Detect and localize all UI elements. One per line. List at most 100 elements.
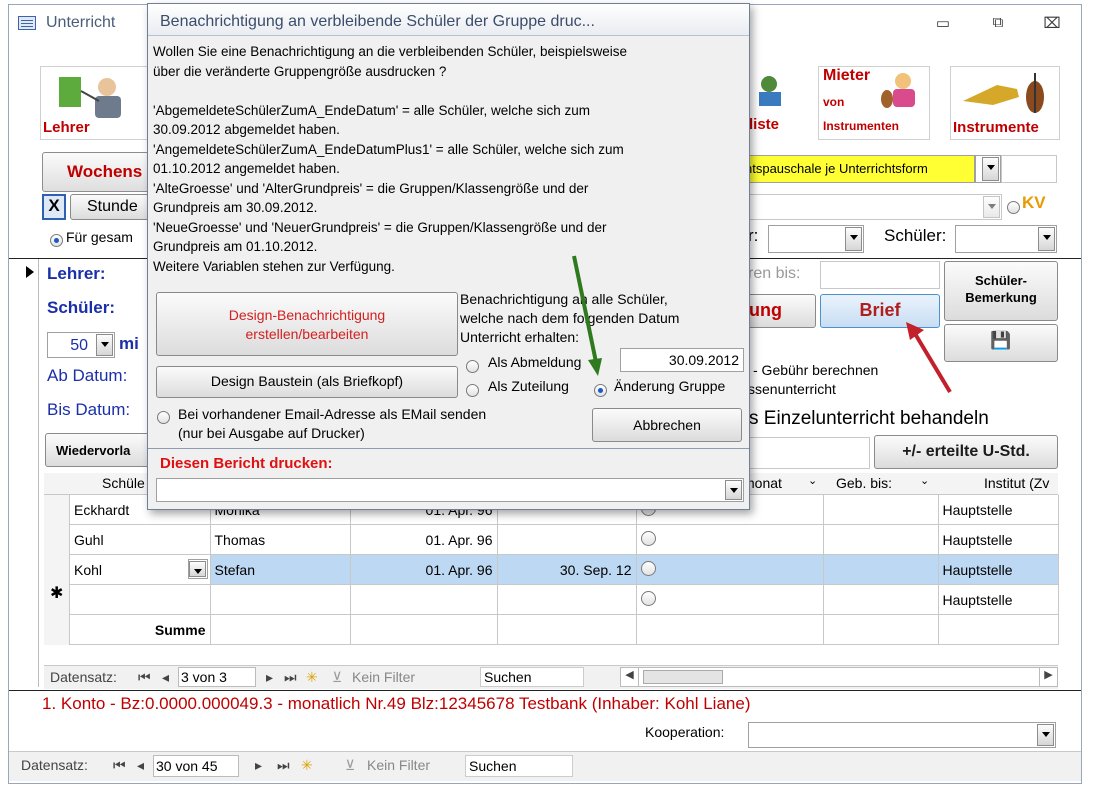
pauschale-extra-field[interactable]: [1001, 155, 1057, 183]
save-icon: 💾: [990, 331, 1012, 350]
grid-record-position[interactable]: 3 von 3: [178, 667, 256, 687]
cell-institut[interactable]: Hauptstelle: [938, 554, 1059, 585]
nachname-dropdown[interactable]: [187, 559, 208, 579]
cell-radio[interactable]: [636, 524, 824, 555]
zuteilung-label: Als Zuteilung: [488, 378, 569, 394]
schueler-bemerkung-button[interactable]: Schüler- Bemerkung: [944, 261, 1058, 321]
previous-record-button[interactable]: ◂: [162, 669, 169, 686]
design-benachrichtigung-button[interactable]: Design-Benachrichtigung erstellen/bearbe…: [156, 292, 458, 356]
col-header-institut[interactable]: Institut (Zv: [984, 475, 1049, 491]
chevron-down-icon[interactable]: ⌄: [808, 474, 822, 492]
minutes-combo[interactable]: 50: [47, 332, 115, 358]
grid-horizontal-scrollbar[interactable]: ◀ ▶: [620, 667, 1058, 687]
grid-row-selectors[interactable]: ✱: [44, 495, 70, 645]
wiedervorlage-button[interactable]: Wiedervorla: [45, 433, 153, 467]
date-input[interactable]: 30.09.2012: [620, 348, 744, 372]
close-button[interactable]: ⌧: [1040, 14, 1064, 34]
grid-filter-label[interactable]: Kein Filter: [352, 669, 415, 685]
cell-institut[interactable]: Hauptstelle: [938, 584, 1059, 615]
cell-geb-bis[interactable]: [823, 524, 939, 555]
cell-radio[interactable]: [636, 584, 824, 615]
next-record-button[interactable]: ▸: [266, 669, 273, 686]
minimize-button[interactable]: ▭: [931, 14, 955, 34]
zuteilung-radio[interactable]: [466, 384, 479, 397]
mieter-picture-button[interactable]: Mieter von Instrumenten: [818, 66, 930, 140]
aenderung-gruppe-radio[interactable]: [594, 384, 607, 397]
cell-geb-bis[interactable]: [823, 584, 939, 615]
previous-record-button[interactable]: ◂: [137, 757, 144, 774]
last-record-button[interactable]: ⏭: [284, 669, 297, 686]
filter-icon: ⊻: [345, 757, 356, 773]
maximize-button[interactable]: ⧉: [986, 14, 1010, 34]
row-radio[interactable]: [640, 590, 656, 606]
col-header-schueler[interactable]: Schüle: [102, 475, 145, 491]
save-button[interactable]: 💾: [944, 324, 1058, 362]
main-search-input[interactable]: Suchen: [465, 755, 573, 777]
fuer-gesamt-radio[interactable]: [50, 234, 63, 247]
cell-institut[interactable]: Hauptstelle: [938, 524, 1059, 555]
bank-info-text: 1. Konto - Bz:0.0000.000049.3 - monatlic…: [42, 694, 751, 713]
cell-ab-datum[interactable]: 01. Apr. 96: [350, 554, 498, 585]
cell-geb-bis[interactable]: [823, 495, 939, 525]
cell-nachname[interactable]: Guhl: [70, 524, 211, 555]
cell-vorname[interactable]: [210, 584, 351, 615]
cell-bis-datum[interactable]: 30. Sep. 12: [497, 554, 637, 585]
filter-combo[interactable]: [742, 194, 1002, 220]
cell-ab-datum[interactable]: [350, 584, 498, 615]
cell-nachname[interactable]: Kohl: [70, 554, 211, 585]
table-row[interactable]: Guhl Thomas 01. Apr. 96 Hauptstelle: [70, 524, 1059, 555]
r-combo[interactable]: [768, 225, 864, 253]
lehrer-picture-button[interactable]: Lehrer: [40, 66, 152, 140]
wochenstunden-button[interactable]: Wochens: [42, 152, 157, 192]
cell-bis-datum[interactable]: [497, 524, 637, 555]
pauschale-combo[interactable]: ntspauschale je Unterrichtsform: [742, 155, 975, 183]
scroll-right-icon[interactable]: ▶: [1039, 668, 1057, 686]
last-record-button[interactable]: ⏭: [277, 757, 290, 774]
main-record-position[interactable]: 30 von 45: [153, 755, 239, 777]
email-radio[interactable]: [157, 411, 170, 424]
record-selector[interactable]: [9, 259, 39, 687]
next-record-button[interactable]: ▸: [255, 757, 262, 774]
first-record-button[interactable]: ⏮: [113, 757, 126, 774]
scroll-thumb[interactable]: [643, 670, 723, 684]
window-title: Unterricht: [46, 14, 116, 31]
stunde-button[interactable]: Stunde: [70, 194, 156, 220]
ren-bis-field[interactable]: [820, 261, 940, 289]
new-record-button[interactable]: ✳: [306, 669, 318, 686]
pauschale-dropdown[interactable]: [975, 155, 1001, 183]
cell-institut[interactable]: Hauptstelle: [938, 495, 1059, 525]
chevron-down-icon[interactable]: ⌄: [920, 474, 934, 492]
cell-vorname[interactable]: Stefan: [210, 554, 351, 585]
cell-ab-datum[interactable]: 01. Apr. 96: [350, 524, 498, 555]
x-checkbox[interactable]: X: [42, 194, 66, 220]
kv-radio[interactable]: [1007, 201, 1020, 214]
table-row-new[interactable]: Hauptstelle: [70, 584, 1059, 615]
first-record-button[interactable]: ⏮: [138, 669, 151, 686]
cell-radio[interactable]: [636, 554, 824, 585]
abbrechen-button[interactable]: Abbrechen: [592, 408, 742, 442]
schueler-filter-combo[interactable]: [955, 225, 1057, 253]
col-header-geb-bis[interactable]: Geb. bis:: [836, 475, 892, 491]
main-filter-label[interactable]: Kein Filter: [367, 757, 430, 773]
liste-picture-button[interactable]: liste: [745, 66, 800, 140]
scroll-left-icon[interactable]: ◀: [621, 668, 639, 686]
cell-vorname[interactable]: Thomas: [210, 524, 351, 555]
cell-bis-datum[interactable]: [497, 584, 637, 615]
abmeldung-radio[interactable]: [466, 360, 479, 373]
design-baustein-button[interactable]: Design Baustein (als Briefkopf): [156, 366, 458, 398]
row-radio[interactable]: [640, 530, 656, 546]
row-radio[interactable]: [640, 560, 656, 576]
ren-bis-label: ren bis:: [748, 265, 801, 282]
erteilte-button[interactable]: +/- erteilte U-Std.: [874, 435, 1058, 469]
grid-search-input[interactable]: Suchen: [480, 667, 584, 687]
kooperation-combo[interactable]: [748, 722, 1056, 748]
cell-nachname[interactable]: [70, 584, 211, 615]
erteilte-field[interactable]: [740, 437, 870, 469]
table-row-selected[interactable]: Kohl Stefan 01. Apr. 96 30. Sep. 12 Haup…: [70, 554, 1059, 585]
instrumente-picture-button[interactable]: Instrumente: [950, 66, 1060, 140]
ung-button[interactable]: ung: [740, 294, 816, 328]
instruments-icon: [963, 73, 1044, 113]
new-record-button[interactable]: ✳: [301, 757, 313, 774]
print-report-combo[interactable]: [156, 478, 744, 502]
cell-geb-bis[interactable]: [823, 554, 939, 585]
